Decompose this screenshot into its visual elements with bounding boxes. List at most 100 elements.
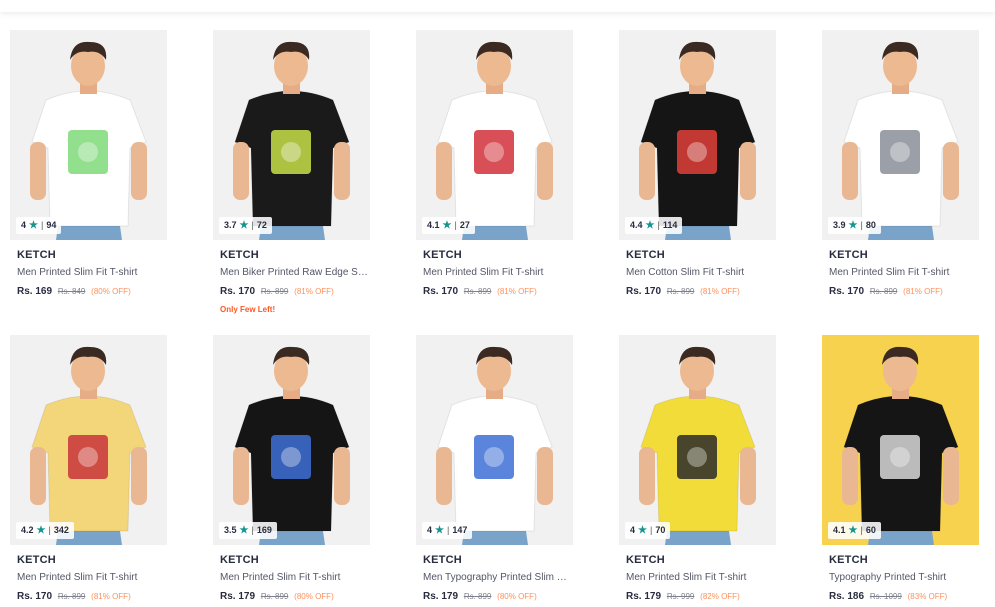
rating-badge: 3.9 ★ | 80	[828, 217, 881, 234]
product-card[interactable]: 4.1 ★ | 27 KETCH Men Printed Slim Fit T-…	[416, 30, 573, 297]
product-card[interactable]: 3.7 ★ | 72 KETCH Men Biker Printed Raw E…	[213, 30, 370, 314]
model-photo	[822, 30, 979, 240]
rating-divider: |	[251, 220, 254, 230]
product-image[interactable]: 4 ★ | 70	[619, 335, 776, 545]
star-icon: ★	[239, 220, 249, 231]
rating-count: 27	[459, 220, 470, 230]
rating-value: 4.1	[427, 220, 440, 230]
product-brand[interactable]: KETCH	[829, 554, 979, 566]
product-image[interactable]: 4.4 ★ | 114	[619, 30, 776, 240]
star-icon: ★	[36, 525, 46, 536]
discount-percent: (80% OFF)	[497, 592, 537, 601]
star-icon: ★	[848, 220, 858, 231]
star-icon: ★	[435, 525, 444, 536]
price-row: Rs. 170 Rs. 899 (81% OFF)	[17, 591, 167, 602]
rating-badge: 4 ★ | 147	[422, 522, 473, 539]
rating-divider: |	[657, 220, 660, 230]
product-title[interactable]: Men Printed Slim Fit T-shirt	[17, 267, 165, 278]
rating-badge: 4.1 ★ | 60	[828, 522, 881, 539]
product-brand[interactable]: KETCH	[423, 249, 573, 261]
rating-count: 94	[46, 220, 57, 230]
product-card[interactable]: 4.2 ★ | 342 KETCH Men Printed Slim Fit T…	[10, 335, 167, 602]
product-title[interactable]: Typography Printed T-shirt	[829, 572, 977, 583]
product-brand[interactable]: KETCH	[17, 554, 167, 566]
rating-badge: 4.4 ★ | 114	[625, 217, 683, 234]
rating-badge: 4.2 ★ | 342	[16, 522, 74, 539]
product-card[interactable]: 4 ★ | 147 KETCH Men Typography Printed S…	[416, 335, 573, 602]
product-card[interactable]: 3.9 ★ | 80 KETCH Men Printed Slim Fit T-…	[822, 30, 979, 297]
product-card[interactable]: 4.4 ★ | 114 KETCH Men Cotton Slim Fit T-…	[619, 30, 776, 297]
product-title[interactable]: Men Printed Slim Fit T-shirt	[626, 572, 774, 583]
product-card[interactable]: 4 ★ | 70 KETCH Men Printed Slim Fit T-sh…	[619, 335, 776, 602]
product-image[interactable]: 3.7 ★ | 72	[213, 30, 370, 240]
product-brand[interactable]: KETCH	[626, 554, 776, 566]
original-price: Rs. 899	[869, 287, 898, 296]
original-price: Rs. 899	[57, 592, 86, 601]
product-image[interactable]: 3.9 ★ | 80	[822, 30, 979, 240]
product-title[interactable]: Men Printed Slim Fit T-shirt	[423, 267, 571, 278]
price-row: Rs. 170 Rs. 899 (81% OFF)	[423, 286, 573, 297]
product-card[interactable]: 4.1 ★ | 60 KETCH Typography Printed T-sh…	[822, 335, 979, 602]
rating-badge: 4.1 ★ | 27	[422, 217, 475, 234]
model-photo	[619, 335, 776, 545]
product-brand[interactable]: KETCH	[220, 554, 370, 566]
product-title[interactable]: Men Printed Slim Fit T-shirt	[829, 267, 977, 278]
model-photo	[619, 30, 776, 240]
product-brand[interactable]: KETCH	[626, 249, 776, 261]
price-row: Rs. 170 Rs. 899 (81% OFF)	[626, 286, 776, 297]
original-price: Rs. 899	[666, 287, 695, 296]
product-title[interactable]: Men Typography Printed Slim Fit T-shirt	[423, 572, 571, 583]
rating-value: 4	[21, 220, 27, 230]
product-image[interactable]: 4 ★ | 147	[416, 335, 573, 545]
discounted-price: Rs. 169	[17, 286, 53, 297]
model-photo	[416, 30, 573, 240]
original-price: Rs. 999	[666, 592, 695, 601]
rating-divider: |	[649, 525, 653, 535]
price-row: Rs. 170 Rs. 899 (81% OFF)	[829, 286, 979, 297]
rating-divider: |	[454, 220, 457, 230]
product-image[interactable]: 4.1 ★ | 60	[822, 335, 979, 545]
star-icon: ★	[638, 525, 647, 536]
product-brand[interactable]: KETCH	[17, 249, 167, 261]
product-title[interactable]: Men Cotton Slim Fit T-shirt	[626, 267, 774, 278]
product-card[interactable]: 3.5 ★ | 169 KETCH Men Printed Slim Fit T…	[213, 335, 370, 602]
product-title[interactable]: Men Biker Printed Raw Edge Slim Fit T-sh…	[220, 267, 368, 278]
rating-divider: |	[860, 220, 863, 230]
product-brand[interactable]: KETCH	[423, 554, 573, 566]
discounted-price: Rs. 170	[626, 286, 662, 297]
model-photo	[10, 335, 167, 545]
product-image[interactable]: 4.2 ★ | 342	[10, 335, 167, 545]
star-icon: ★	[29, 220, 38, 231]
product-brand[interactable]: KETCH	[220, 249, 370, 261]
rating-divider: |	[446, 525, 450, 535]
price-row: Rs. 170 Rs. 899 (81% OFF)	[220, 286, 370, 297]
rating-count: 60	[865, 525, 876, 535]
product-card[interactable]: 4 ★ | 94 KETCH Men Printed Slim Fit T-sh…	[10, 30, 167, 297]
model-photo	[10, 30, 167, 240]
price-row: Rs. 179 Rs. 899 (80% OFF)	[423, 591, 573, 602]
discounted-price: Rs. 179	[423, 591, 459, 602]
product-image[interactable]: 4 ★ | 94	[10, 30, 167, 240]
original-price: Rs. 849	[57, 287, 86, 296]
rating-divider: |	[860, 525, 863, 535]
top-bar	[0, 0, 995, 12]
product-title[interactable]: Men Printed Slim Fit T-shirt	[220, 572, 368, 583]
price-row: Rs. 179 Rs. 899 (80% OFF)	[220, 591, 370, 602]
product-image[interactable]: 3.5 ★ | 169	[213, 335, 370, 545]
product-image[interactable]: 4.1 ★ | 27	[416, 30, 573, 240]
star-icon: ★	[442, 220, 452, 231]
original-price: Rs. 899	[463, 287, 492, 296]
discounted-price: Rs. 179	[626, 591, 662, 602]
original-price: Rs. 899	[463, 592, 492, 601]
star-icon: ★	[645, 220, 655, 231]
rating-count: 80	[865, 220, 876, 230]
rating-value: 4	[427, 525, 433, 535]
rating-value: 4.2	[21, 525, 34, 535]
rating-value: 4	[630, 525, 636, 535]
product-brand[interactable]: KETCH	[829, 249, 979, 261]
model-photo	[416, 335, 573, 545]
product-title[interactable]: Men Printed Slim Fit T-shirt	[17, 572, 165, 583]
rating-value: 4.1	[833, 525, 846, 535]
original-price: Rs. 1099	[869, 592, 902, 601]
discount-percent: (80% OFF)	[91, 287, 131, 296]
